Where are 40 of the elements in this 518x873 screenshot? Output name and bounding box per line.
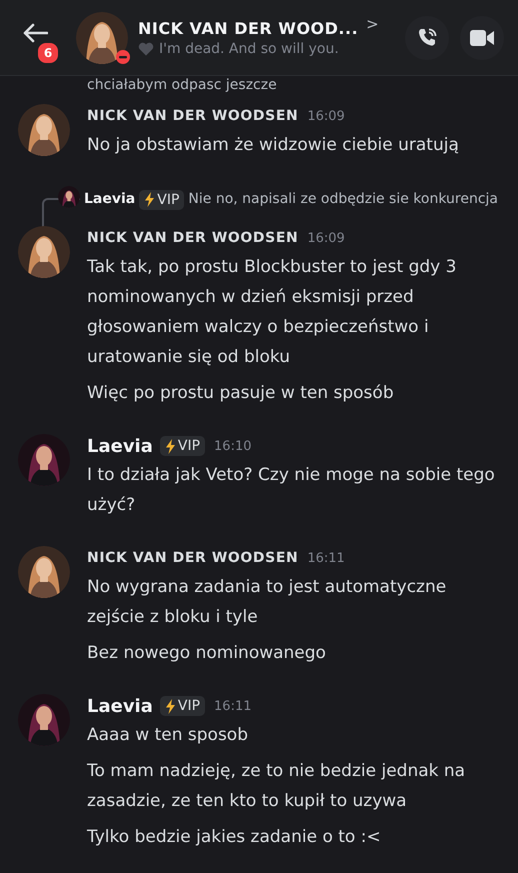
lightning-icon	[164, 698, 176, 714]
video-call-button[interactable]	[460, 16, 504, 60]
timestamp: 16:11	[307, 550, 345, 566]
message-text: Tak tak, po prostu Blockbuster to jest gdy 3 nominowanych w dzień eksmisji przed głosowaniem walczy o bezpieczeństwo i uratowanie się od bloku	[87, 256, 458, 369]
vip-badge: VIP	[160, 436, 206, 456]
video-camera-icon	[470, 28, 494, 46]
message-text: No ja obstawiam że widzowie ciebie uratują	[87, 134, 460, 157]
unread-badge: 6	[36, 40, 60, 64]
message-text: Więc po prostu pasuje w ten sposób	[87, 382, 395, 405]
author-name[interactable]: NICK VAN DER WOODSEN	[87, 108, 298, 124]
timestamp: 16:09	[307, 108, 345, 124]
voice-call-button[interactable]	[405, 16, 449, 60]
chevron-icon[interactable]: >	[366, 14, 379, 32]
back-button[interactable]	[22, 20, 50, 44]
reply-author[interactable]: Laevia	[84, 191, 136, 207]
message-text: Bez nowego nominowanego	[87, 642, 327, 665]
message-text: No wygrana zadania to jest automatyczne zejście z bloku i tyle	[87, 576, 448, 629]
lightning-icon	[144, 192, 156, 207]
reply-preview[interactable]: Nie no, napisali ze odbędzie sie konkurencja	[188, 191, 498, 207]
author-name[interactable]: NICK VAN DER WOODSEN	[87, 550, 298, 566]
message-text: Aaaa w ten sposob	[87, 724, 249, 747]
custom-status: I'm dead. And so will you.	[159, 40, 339, 56]
reply-preview[interactable]: chciałabym odpasc jeszcze	[0, 76, 277, 94]
message-text: Tylko bedzie jakies zadanie o to :<	[87, 826, 382, 849]
message-text: To mam nadzieję, ze to nie bedzie jednak na zasadzie, ze ten kto to kupił to uzywa	[87, 760, 466, 813]
user-name[interactable]: NICK VAN DER WOOD...	[138, 18, 358, 38]
heart-icon	[138, 42, 154, 56]
author-name[interactable]: NICK VAN DER WOODSEN	[87, 230, 298, 246]
back-arrow-icon	[22, 22, 48, 42]
vip-badge: VIP	[139, 190, 184, 210]
author-name[interactable]: Laevia	[87, 696, 153, 716]
do-not-disturb-icon	[116, 50, 130, 64]
author-name[interactable]: Laevia	[87, 436, 153, 456]
lightning-icon	[164, 438, 176, 454]
timestamp: 16:10	[214, 438, 252, 454]
timestamp: 16:11	[214, 698, 252, 714]
phone-icon	[416, 26, 438, 48]
vip-badge: VIP	[160, 696, 206, 716]
message-text: I to działa jak Veto? Czy nie moge na sobie tego użyć?	[87, 464, 496, 517]
timestamp: 16:09	[307, 230, 345, 246]
